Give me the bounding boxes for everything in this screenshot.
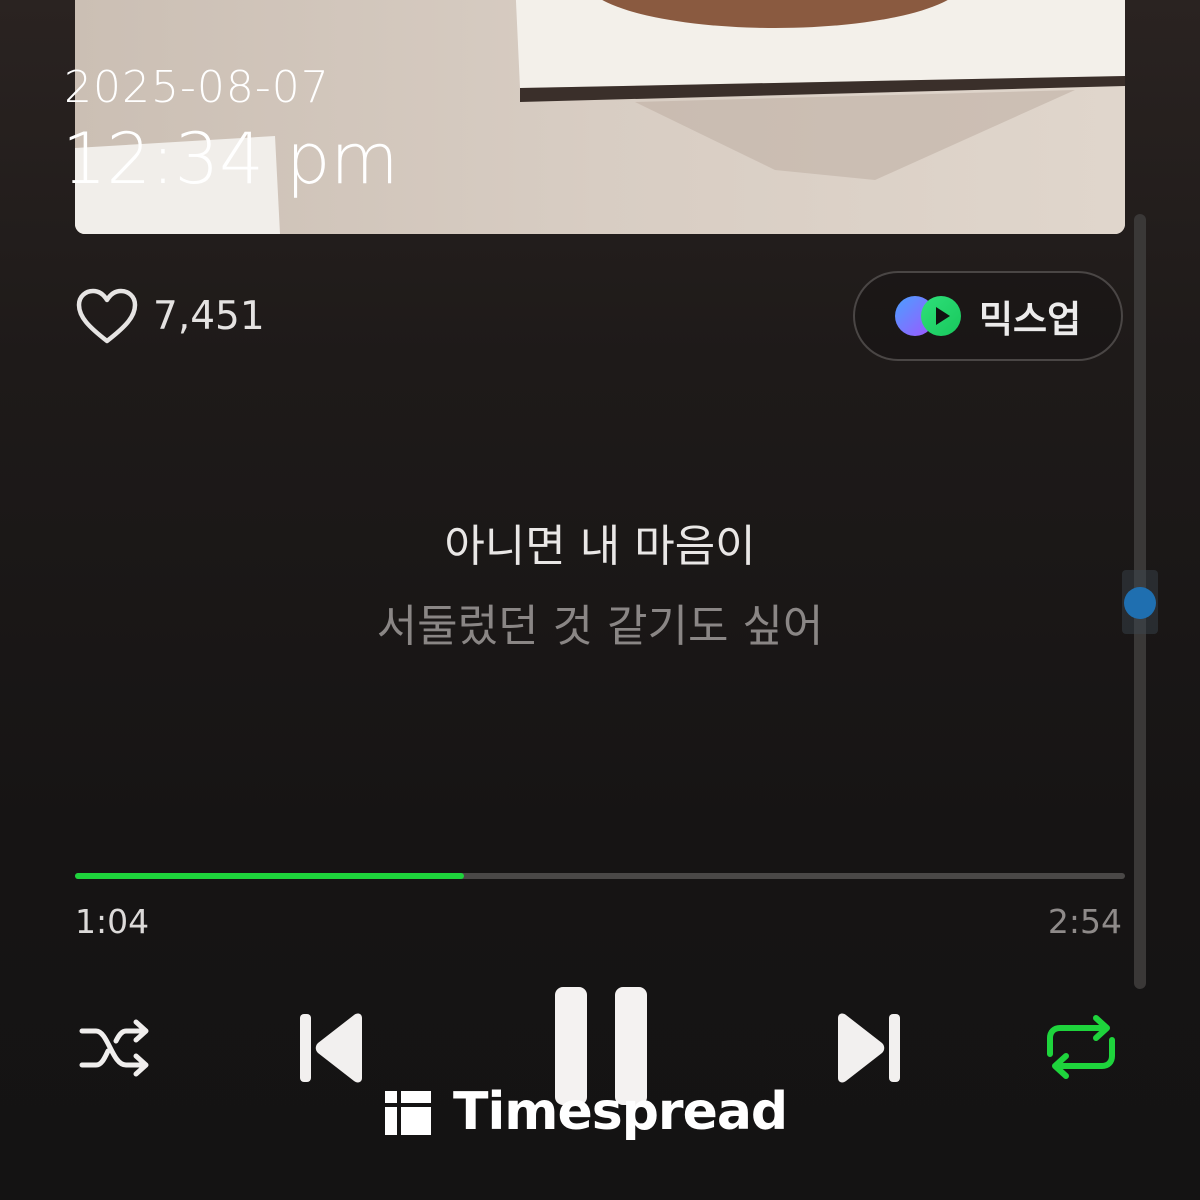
scrollbar-thumb[interactable] [1124,587,1156,619]
repeat-icon[interactable] [1044,1014,1118,1080]
shuffle-icon[interactable] [78,1015,154,1081]
player-screen: 2025-08-07 12:34 pm 7,451 믹스업 아니면 내 마음이 … [0,0,1200,1200]
progress-bar[interactable] [75,873,1125,879]
lyric-next-line[interactable]: 서둘렀던 것 같기도 싶어 [0,590,1200,654]
lyric-current-line[interactable]: 아니면 내 마음이 [0,510,1200,574]
mixup-button[interactable]: 믹스업 [853,271,1123,361]
skip-next-icon[interactable] [834,1010,902,1086]
elapsed-time: 1:04 [75,902,150,941]
watermark-text: Timespread [453,1082,788,1142]
heart-outline-icon[interactable] [75,287,139,345]
like-group[interactable]: 7,451 [75,286,265,346]
progress-fill [75,873,464,879]
like-count: 7,451 [153,293,265,339]
watermark: Timespread [383,1082,788,1142]
mixup-label: 믹스업 [979,298,1082,341]
status-time: 12:34 pm [62,118,399,200]
skip-previous-icon[interactable] [298,1010,366,1086]
mixup-icon [895,296,961,336]
status-date: 2025-08-07 [64,62,330,113]
total-time: 2:54 [1047,902,1122,941]
timespread-logo-icon [385,1091,431,1135]
